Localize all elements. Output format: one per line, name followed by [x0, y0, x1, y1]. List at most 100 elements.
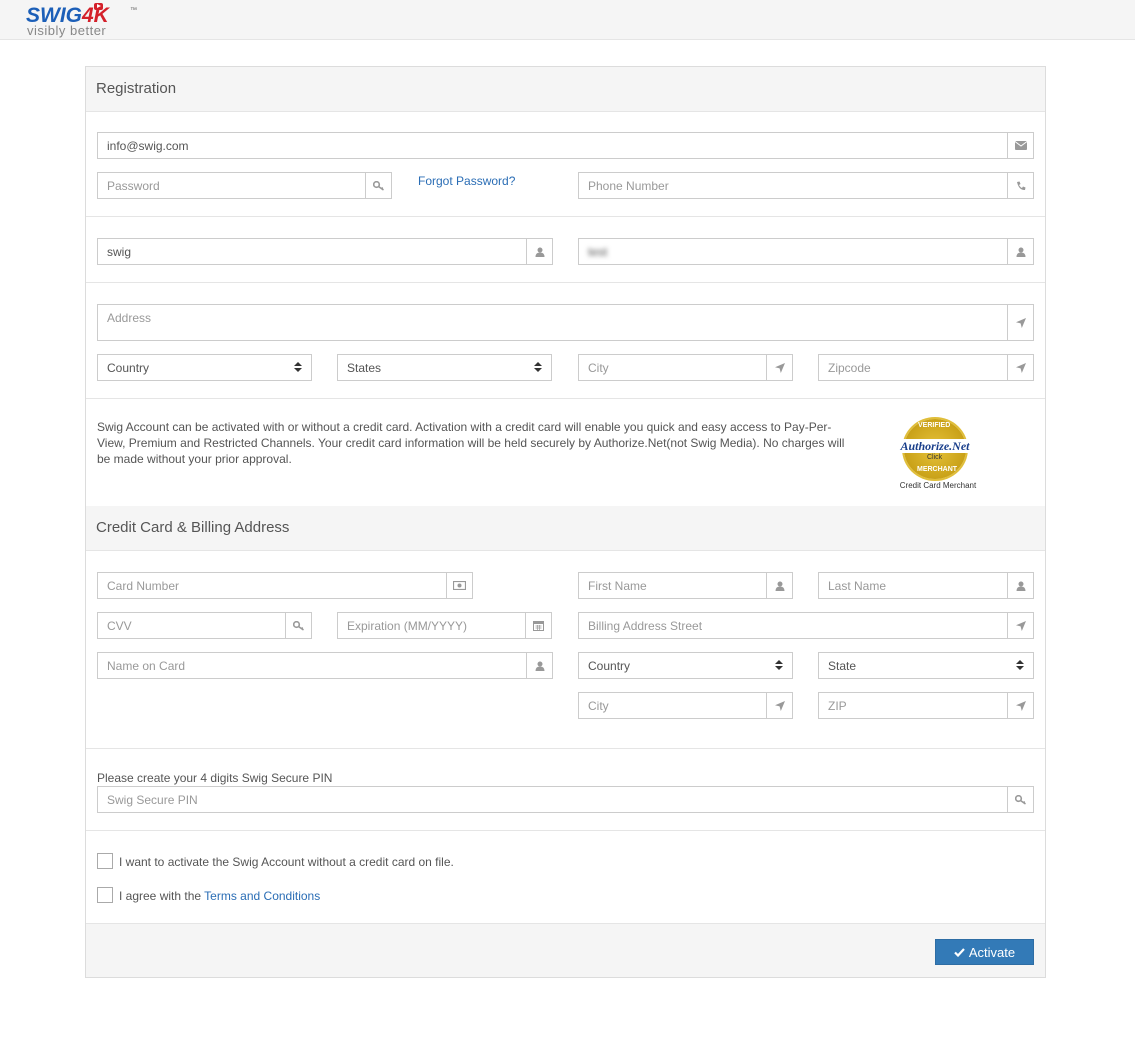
select-caret-icon	[534, 361, 542, 374]
name-on-card-field[interactable]: Name on Card	[97, 652, 553, 679]
panel-footer	[86, 923, 1045, 977]
city-field[interactable]: City	[578, 354, 793, 381]
calendar-icon	[525, 613, 551, 638]
secure-pin-placeholder: Swig Secure PIN	[107, 793, 198, 807]
registration-panel: Registration info@swig.com Password Forg…	[85, 66, 1046, 978]
activate-label: Activate	[968, 944, 1016, 960]
user-icon	[1007, 239, 1033, 264]
first-name-value: swig	[107, 245, 132, 259]
zipcode-placeholder: Zipcode	[828, 361, 871, 375]
pin-label: Please create your 4 digits Swig Secure …	[97, 771, 333, 785]
select-caret-icon	[294, 361, 302, 374]
phone-field[interactable]: Phone Number	[578, 172, 1034, 199]
activate-button[interactable]: Activate	[935, 939, 1034, 965]
seal-caption: Credit Card Merchant	[899, 481, 977, 490]
billing-header: Credit Card & Billing Address	[86, 506, 1045, 551]
trademark-symbol: ™	[130, 7, 137, 14]
key-icon	[365, 173, 391, 198]
registration-title: Registration	[96, 80, 177, 97]
seal-top-text: VERIFIED	[918, 422, 951, 429]
password-placeholder: Password	[107, 179, 160, 193]
billing-street-field[interactable]: Billing Address Street	[578, 612, 1034, 639]
divider	[86, 830, 1045, 831]
secure-pin-field[interactable]: Swig Secure PIN	[97, 786, 1034, 813]
terms-label-prefix: I agree with the	[119, 889, 205, 903]
states-selected-value: States	[347, 361, 382, 375]
terms-and-conditions-link[interactable]: Terms and Conditions	[204, 889, 320, 903]
select-caret-icon	[1016, 659, 1024, 672]
key-icon	[1007, 787, 1033, 812]
terms-checkbox[interactable]	[97, 887, 113, 903]
user-icon	[1007, 573, 1033, 598]
divider	[86, 282, 1045, 283]
billing-zip-placeholder: ZIP	[828, 699, 847, 713]
user-icon	[526, 239, 552, 264]
seal-brand-text: Authorize.Net	[899, 439, 971, 453]
billing-country-select[interactable]: Country	[578, 652, 793, 679]
billing-street-placeholder: Billing Address Street	[588, 619, 703, 633]
divider	[86, 216, 1045, 217]
location-arrow-icon	[1007, 693, 1033, 718]
top-bar: SWIG4K ™ visibly better	[0, 0, 1135, 40]
authorize-net-seal[interactable]: VERIFIED Authorize.Net Click MERCHANT Cr…	[898, 419, 978, 490]
forgot-password-link[interactable]: Forgot Password?	[418, 174, 515, 188]
key-icon	[285, 613, 311, 638]
last-name-field[interactable]: test	[578, 238, 1034, 265]
password-field[interactable]: Password	[97, 172, 392, 199]
swig4k-logo[interactable]: SWIG4K ™ visibly better	[26, 3, 137, 39]
zipcode-field[interactable]: Zipcode	[818, 354, 1034, 381]
country-select[interactable]: Country	[97, 354, 312, 381]
card-number-field[interactable]: Card Number	[97, 572, 473, 599]
terms-label: I agree with the Terms and Conditions	[119, 888, 320, 904]
divider	[86, 748, 1045, 749]
location-arrow-icon	[1007, 613, 1033, 638]
billing-zip-field[interactable]: ZIP	[818, 692, 1034, 719]
credit-card-notice: Swig Account can be activated with or wi…	[97, 420, 845, 466]
billing-state-select[interactable]: State	[818, 652, 1034, 679]
registration-header: Registration	[86, 67, 1045, 112]
location-arrow-icon	[766, 355, 792, 380]
seal-click-text: Click	[927, 454, 943, 461]
expiration-placeholder: Expiration (MM/YYYY)	[347, 619, 468, 633]
billing-country-selected-value: Country	[588, 659, 631, 673]
first-name-field[interactable]: swig	[97, 238, 553, 265]
country-selected-value: Country	[107, 361, 150, 375]
billing-last-name-placeholder: Last Name	[828, 579, 887, 593]
seal-bottom-text: MERCHANT	[917, 466, 958, 473]
divider	[86, 398, 1045, 399]
cvv-field[interactable]: CVV	[97, 612, 312, 639]
location-arrow-icon	[1007, 305, 1033, 340]
check-icon	[954, 947, 965, 957]
play-icon	[94, 3, 103, 10]
envelope-icon	[1007, 133, 1033, 158]
user-icon	[526, 653, 552, 678]
no-card-checkbox[interactable]	[97, 853, 113, 869]
city-placeholder: City	[588, 361, 609, 375]
address-field[interactable]: Address	[97, 304, 1034, 341]
states-select[interactable]: States	[337, 354, 552, 381]
billing-city-placeholder: City	[588, 699, 609, 713]
email-field[interactable]: info@swig.com	[97, 132, 1034, 159]
billing-state-selected-value: State	[828, 659, 857, 673]
verified-merchant-badge: VERIFIED Authorize.Net Click MERCHANT	[899, 419, 971, 479]
billing-city-field[interactable]: City	[578, 692, 793, 719]
location-arrow-icon	[1007, 355, 1033, 380]
address-placeholder: Address	[107, 311, 152, 325]
billing-title: Credit Card & Billing Address	[96, 519, 290, 536]
cvv-placeholder: CVV	[107, 619, 132, 633]
email-value: info@swig.com	[107, 139, 189, 153]
no-card-label: I want to activate the Swig Account with…	[119, 855, 454, 869]
user-icon	[766, 573, 792, 598]
billing-first-name-placeholder: First Name	[588, 579, 647, 593]
location-arrow-icon	[766, 693, 792, 718]
money-icon	[446, 573, 472, 598]
billing-last-name-field[interactable]: Last Name	[818, 572, 1034, 599]
phone-placeholder: Phone Number	[588, 179, 669, 193]
billing-first-name-field[interactable]: First Name	[578, 572, 793, 599]
select-caret-icon	[775, 659, 783, 672]
name-on-card-placeholder: Name on Card	[107, 659, 186, 673]
last-name-value: test	[588, 245, 608, 259]
expiration-field[interactable]: Expiration (MM/YYYY)	[337, 612, 552, 639]
logo-tagline: visibly better	[27, 23, 107, 38]
phone-icon	[1007, 173, 1033, 198]
